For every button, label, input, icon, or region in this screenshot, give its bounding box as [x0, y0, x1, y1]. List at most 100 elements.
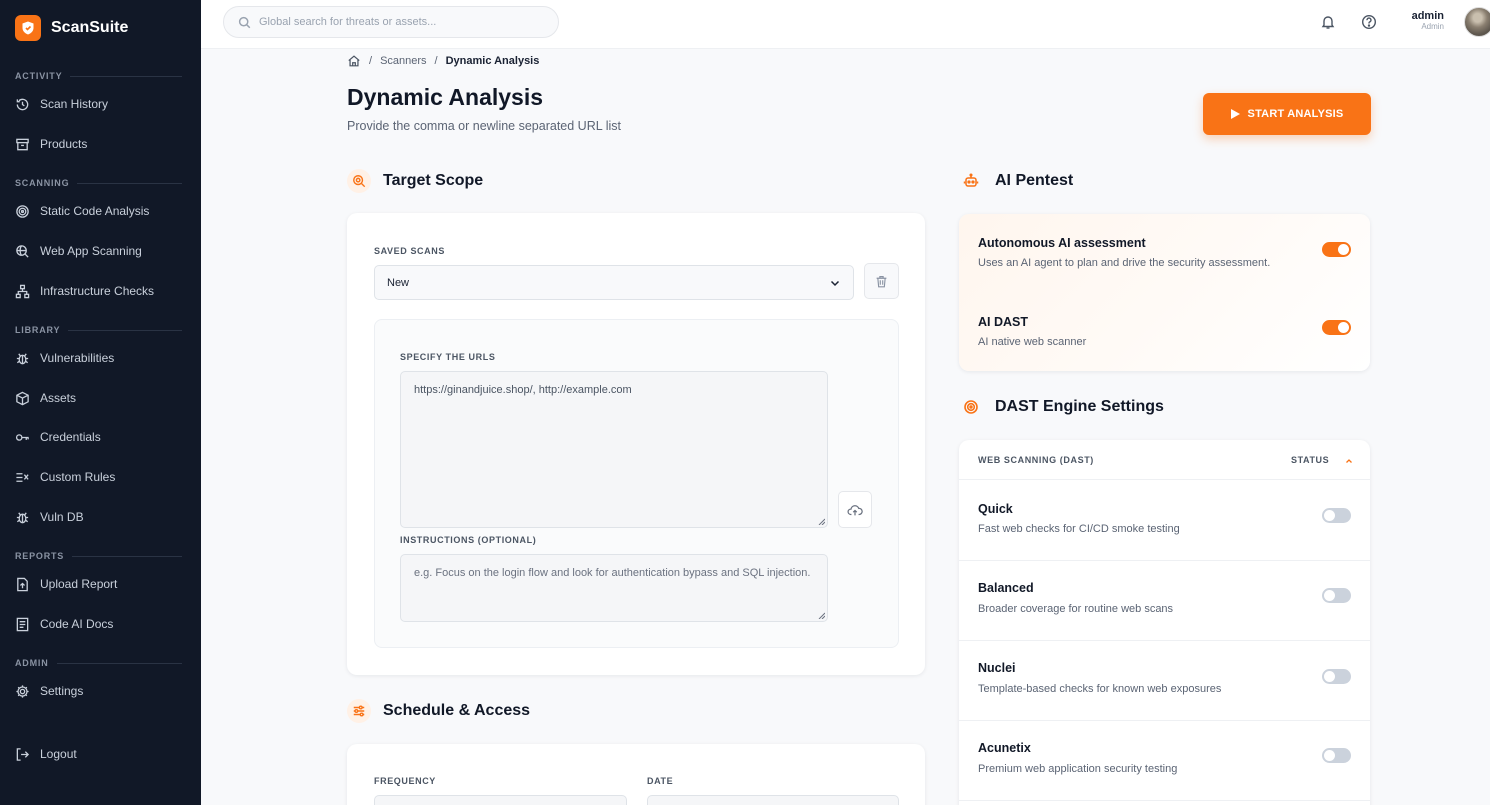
robot-icon — [959, 169, 983, 193]
gear-icon — [16, 684, 29, 698]
bug-icon — [16, 511, 29, 523]
instructions-label: INSTRUCTIONS (OPTIONAL) — [400, 535, 537, 545]
dast-row-nuclei: Nuclei Template-based checks for known w… — [959, 641, 1370, 721]
nuclei-toggle[interactable] — [1322, 669, 1351, 684]
dast-engine-card: WEB SCANNING (DAST) STATUS Quick Fast we… — [959, 440, 1370, 805]
autonomous-ai-toggle[interactable] — [1322, 242, 1351, 257]
key-icon — [15, 433, 29, 441]
sidebar-item-logout[interactable]: Logout — [15, 742, 190, 766]
home-icon[interactable] — [347, 54, 361, 68]
section-label-reports: REPORTS — [15, 551, 182, 561]
sidebar-item-products[interactable]: Products — [15, 132, 190, 156]
breadcrumb-separator: / — [369, 55, 373, 67]
breadcrumb: / Scanners / Dynamic Analysis — [347, 54, 539, 68]
urls-label: SPECIFY THE URLS — [400, 352, 496, 362]
urls-textarea[interactable]: https://ginandjuice.shop/, http://exampl… — [400, 371, 828, 528]
sidebar-item-custom-rules[interactable]: Custom Rules — [15, 465, 190, 489]
user-name: admin — [1411, 10, 1444, 22]
sidebar-item-label: Vuln DB — [40, 510, 84, 524]
sidebar-item-assets[interactable]: Assets — [15, 386, 190, 410]
network-icon — [15, 284, 30, 298]
nuclei-title: Nuclei — [978, 661, 1016, 675]
rules-icon — [16, 472, 29, 482]
resize-grip-icon[interactable] — [818, 612, 825, 619]
sidebar-item-static-code-analysis[interactable]: Static Code Analysis — [15, 199, 190, 223]
help-icon[interactable] — [1361, 14, 1377, 30]
document-icon — [16, 617, 29, 631]
dast-header-status[interactable]: STATUS — [1291, 455, 1329, 465]
brand[interactable]: ScanSuite — [15, 15, 128, 41]
autonomous-ai-title: Autonomous AI assessment — [978, 236, 1146, 250]
balanced-title: Balanced — [978, 581, 1034, 595]
target-scope-header: Target Scope — [347, 169, 483, 193]
dast-row-balanced: Balanced Broader coverage for routine we… — [959, 561, 1370, 641]
saved-scans-value: New — [387, 276, 410, 289]
quick-title: Quick — [978, 502, 1013, 516]
quick-desc: Fast web checks for CI/CD smoke testing — [978, 523, 1180, 535]
schedule-access-title: Schedule & Access — [383, 702, 531, 719]
ai-dast-toggle[interactable] — [1322, 320, 1351, 335]
section-label-library: LIBRARY — [15, 325, 182, 335]
date-label: DATE — [647, 776, 674, 786]
sidebar-item-infrastructure-checks[interactable]: Infrastructure Checks — [15, 279, 190, 303]
web-scan-icon — [16, 244, 29, 258]
sidebar-item-label: Web App Scanning — [40, 244, 142, 258]
bug-icon — [16, 352, 29, 364]
sidebar-item-label: Code AI Docs — [40, 617, 114, 631]
acunetix-desc: Premium web application security testing — [978, 763, 1178, 775]
sidebar-item-label: Settings — [40, 684, 84, 698]
target-scope-title: Target Scope — [383, 172, 484, 189]
global-search[interactable] — [223, 6, 559, 38]
chevron-up-icon[interactable] — [1345, 457, 1353, 465]
shield-logo-icon — [15, 15, 41, 41]
play-icon — [1230, 109, 1240, 119]
search-icon — [238, 16, 251, 28]
balanced-toggle[interactable] — [1322, 588, 1351, 603]
sidebar-item-upload-report[interactable]: Upload Report — [15, 572, 190, 596]
sidebar-item-label: Assets — [40, 391, 77, 405]
dast-engine-title: DAST Engine Settings — [995, 398, 1164, 415]
sidebar-item-label: Custom Rules — [40, 470, 116, 484]
start-analysis-button[interactable]: START ANALYSIS — [1203, 93, 1371, 135]
archive-icon — [16, 138, 29, 150]
radar-icon — [959, 395, 983, 419]
instructions-textarea[interactable]: e.g. Focus on the login flow and look fo… — [400, 554, 828, 622]
quick-toggle[interactable] — [1322, 508, 1351, 523]
cube-icon — [16, 391, 29, 405]
user-menu[interactable]: admin Admin — [1412, 10, 1444, 31]
sidebar-item-credentials[interactable]: Credentials — [15, 425, 190, 449]
delete-saved-scan-button[interactable] — [864, 263, 899, 299]
saved-scans-label: SAVED SCANS — [374, 246, 445, 256]
section-label-activity: ACTIVITY — [15, 71, 182, 81]
balanced-desc: Broader coverage for routine web scans — [978, 603, 1174, 615]
frequency-select[interactable] — [374, 795, 627, 805]
sidebar-item-label: Products — [40, 137, 88, 151]
resize-grip-icon[interactable] — [818, 518, 825, 525]
date-input[interactable] — [647, 795, 899, 805]
acunetix-toggle[interactable] — [1322, 748, 1351, 763]
acunetix-title: Acunetix — [978, 741, 1031, 755]
brand-name: ScanSuite — [51, 19, 129, 36]
dast-row-quick: Quick Fast web checks for CI/CD smoke te… — [959, 481, 1370, 561]
dast-header-left: WEB SCANNING (DAST) — [978, 455, 1094, 465]
dast-table-header: WEB SCANNING (DAST) STATUS — [959, 440, 1370, 480]
sidebar-item-code-ai-docs[interactable]: Code AI Docs — [15, 612, 190, 636]
sidebar-item-settings[interactable]: Settings — [15, 679, 190, 703]
user-role: Admin — [1421, 22, 1444, 31]
search-input[interactable] — [259, 16, 539, 28]
sidebar-item-scan-history[interactable]: Scan History — [15, 92, 190, 116]
sidebar-item-vuln-db[interactable]: Vuln DB — [15, 505, 190, 529]
avatar[interactable] — [1464, 7, 1490, 37]
sidebar-item-web-app-scanning[interactable]: Web App Scanning — [15, 239, 190, 263]
section-label-admin: ADMIN — [15, 658, 182, 668]
topbar: admin Admin — [201, 0, 1490, 49]
upload-urls-button[interactable] — [838, 491, 872, 528]
logout-icon — [16, 747, 30, 761]
page-subtitle: Provide the comma or newline separated U… — [347, 119, 621, 133]
sidebar-item-vulnerabilities[interactable]: Vulnerabilities — [15, 346, 190, 370]
bell-icon[interactable] — [1320, 14, 1336, 30]
saved-scans-select[interactable]: New — [374, 265, 854, 300]
breadcrumb-scanners[interactable]: Scanners — [380, 55, 426, 67]
ai-dast-desc: AI native web scanner — [978, 336, 1087, 348]
dast-row-acunetix: Acunetix Premium web application securit… — [959, 721, 1370, 801]
